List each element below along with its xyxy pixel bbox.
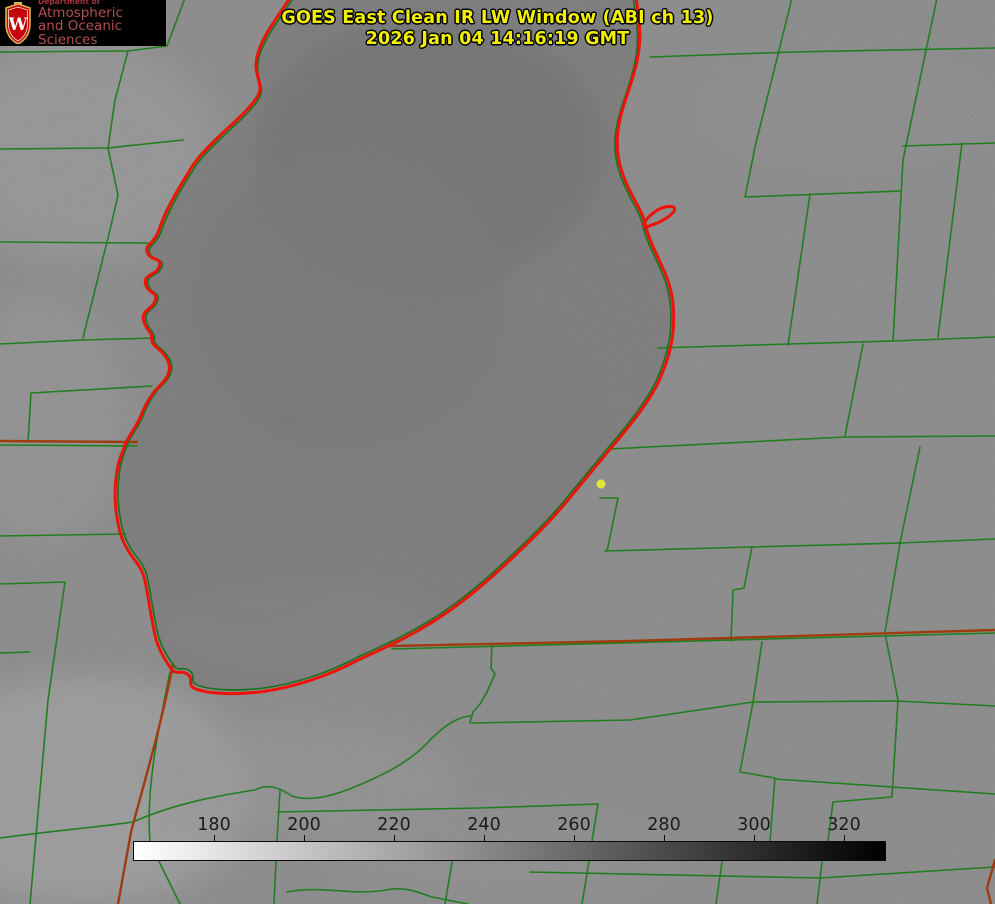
satellite-map-canvas[interactable] [0,0,995,904]
logo-text: Department of Atmospheric and Oceanic Sc… [38,0,166,48]
colorbar-tick-label: 220 [377,815,411,835]
colorbar-tick-label: 280 [647,815,681,835]
colorbar-tick-label: 200 [287,815,321,835]
colorbar-gradient [133,841,886,861]
viewer-screen: W Department of Atmospheric and Oceanic … [0,0,995,904]
logo-banner[interactable]: W Department of Atmospheric and Oceanic … [0,0,166,48]
colorbar-tick-label: 260 [557,815,591,835]
uw-crest-icon: W [5,2,31,44]
colorbar-legend: 180 200 220 240 260 280 300 320 [133,815,886,862]
station-marker [596,479,606,489]
colorbar-tick-label: 300 [737,815,771,835]
logo-org-line2: and Oceanic Sciences [38,18,123,49]
colorbar-tick-label: 240 [467,815,501,835]
colorbar-tick-label: 180 [197,815,231,835]
colorbar-tick-label: 320 [827,815,861,835]
crest-letter: W [7,15,28,35]
